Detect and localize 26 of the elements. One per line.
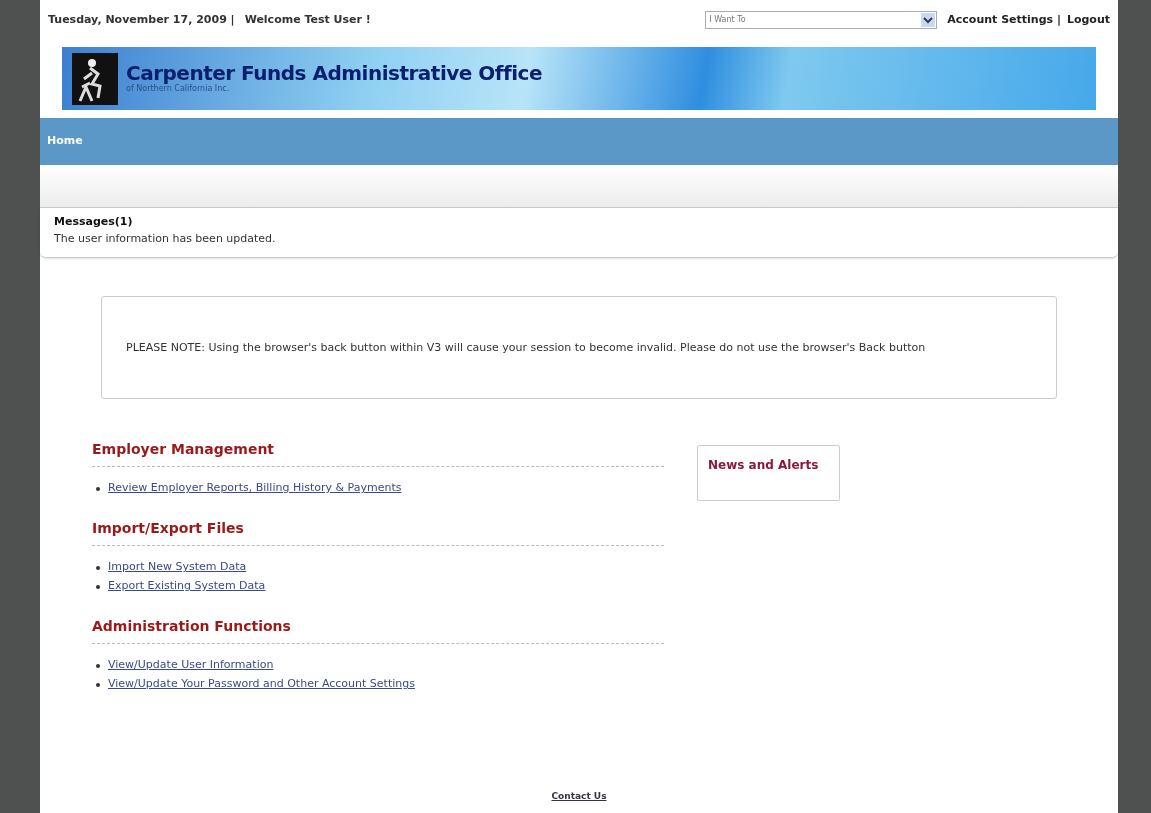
section-link[interactable]: Review Employer Reports, Billing History & Payments bbox=[108, 480, 402, 497]
news-title: News and Alerts bbox=[708, 458, 819, 472]
section-heading: Administration Functions bbox=[92, 617, 292, 636]
notice-text: PLEASE NOTE: Using the browser's back button within V3 will cause your session to become invalid. Please do not use the browser's Back button bbox=[126, 340, 926, 356]
bullet-icon bbox=[96, 682, 100, 687]
section-link[interactable]: Import New System Data bbox=[108, 559, 247, 576]
section-link[interactable]: Export Existing System Data bbox=[108, 578, 266, 595]
bullet-icon bbox=[96, 565, 100, 570]
section-heading: Employer Management bbox=[92, 440, 276, 459]
carpenter-logo-icon bbox=[72, 52, 118, 105]
date-text: Tuesday, November 17, 2009 | bbox=[48, 11, 235, 28]
message-text: The user information has been updated. bbox=[54, 230, 277, 247]
welcome-text: Welcome Test User ! bbox=[244, 11, 371, 28]
section-heading: Import/Export Files bbox=[92, 519, 245, 538]
contact-link[interactable]: Contact Us bbox=[551, 789, 607, 803]
banner-subtitle: of Northern California Inc. bbox=[126, 83, 230, 95]
section-link[interactable]: View/Update Your Password and Other Account Settings bbox=[108, 676, 415, 693]
i-want-to-dropdown[interactable]: I Want To bbox=[705, 11, 938, 29]
section-link[interactable]: View/Update User Information bbox=[108, 657, 274, 674]
header-link[interactable]: Logout bbox=[1066, 11, 1110, 29]
bullet-icon bbox=[96, 663, 100, 668]
bullet-icon bbox=[96, 486, 100, 491]
messages-title: Messages(1) bbox=[54, 214, 134, 230]
bullet-icon bbox=[96, 584, 100, 589]
banner-title: Carpenter Funds Administrative Office bbox=[126, 62, 542, 83]
header-link[interactable]: Account Settings | bbox=[947, 11, 1061, 29]
